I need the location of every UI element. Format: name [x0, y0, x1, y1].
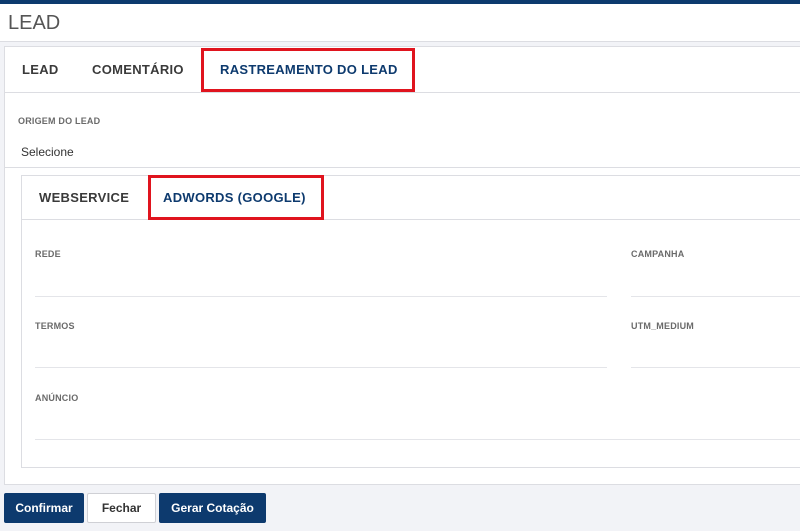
termos-input[interactable]	[35, 344, 607, 366]
page-title: LEAD	[8, 12, 61, 34]
tab-comentario[interactable]: COMENTÁRIO	[92, 47, 184, 93]
origin-label: ORIGEM DO LEAD	[18, 116, 101, 126]
main-tab-bar: LEAD COMENTÁRIO RASTREAMENTO DO LEAD	[5, 47, 800, 93]
tab-adwords-google[interactable]: ADWORDS (GOOGLE)	[163, 176, 306, 220]
page-header: LEAD	[0, 4, 800, 42]
campanha-input[interactable]	[631, 273, 800, 295]
tab-webservice[interactable]: WEBSERVICE	[39, 176, 129, 220]
rede-label: REDE	[35, 249, 61, 259]
termos-underline	[35, 367, 607, 368]
rede-input[interactable]	[35, 273, 607, 295]
confirm-button[interactable]: Confirmar	[4, 493, 84, 523]
lead-panel: LEAD COMENTÁRIO RASTREAMENTO DO LEAD ORI…	[4, 46, 800, 485]
campanha-label: CAMPANHA	[631, 249, 685, 259]
anuncio-label: ANÚNCIO	[35, 393, 79, 403]
rede-underline	[35, 296, 607, 297]
origin-divider	[5, 167, 800, 168]
utm-medium-label: UTM_MEDIUM	[631, 321, 694, 331]
sub-tab-bar: WEBSERVICE ADWORDS (GOOGLE)	[22, 176, 800, 220]
close-button[interactable]: Fechar	[87, 493, 156, 523]
anuncio-underline	[35, 439, 800, 440]
utm-medium-underline	[631, 367, 800, 368]
utm-medium-input[interactable]	[631, 344, 800, 366]
generate-quote-button[interactable]: Gerar Cotação	[159, 493, 266, 523]
termos-label: TERMOS	[35, 321, 75, 331]
tracking-subpanel: WEBSERVICE ADWORDS (GOOGLE) REDE CAMPANH…	[21, 175, 800, 468]
campanha-underline	[631, 296, 800, 297]
tab-rastreamento-do-lead[interactable]: RASTREAMENTO DO LEAD	[220, 47, 398, 93]
origin-select[interactable]: Selecione	[21, 145, 74, 159]
anuncio-input[interactable]	[35, 416, 795, 438]
tab-lead[interactable]: LEAD	[22, 47, 59, 93]
